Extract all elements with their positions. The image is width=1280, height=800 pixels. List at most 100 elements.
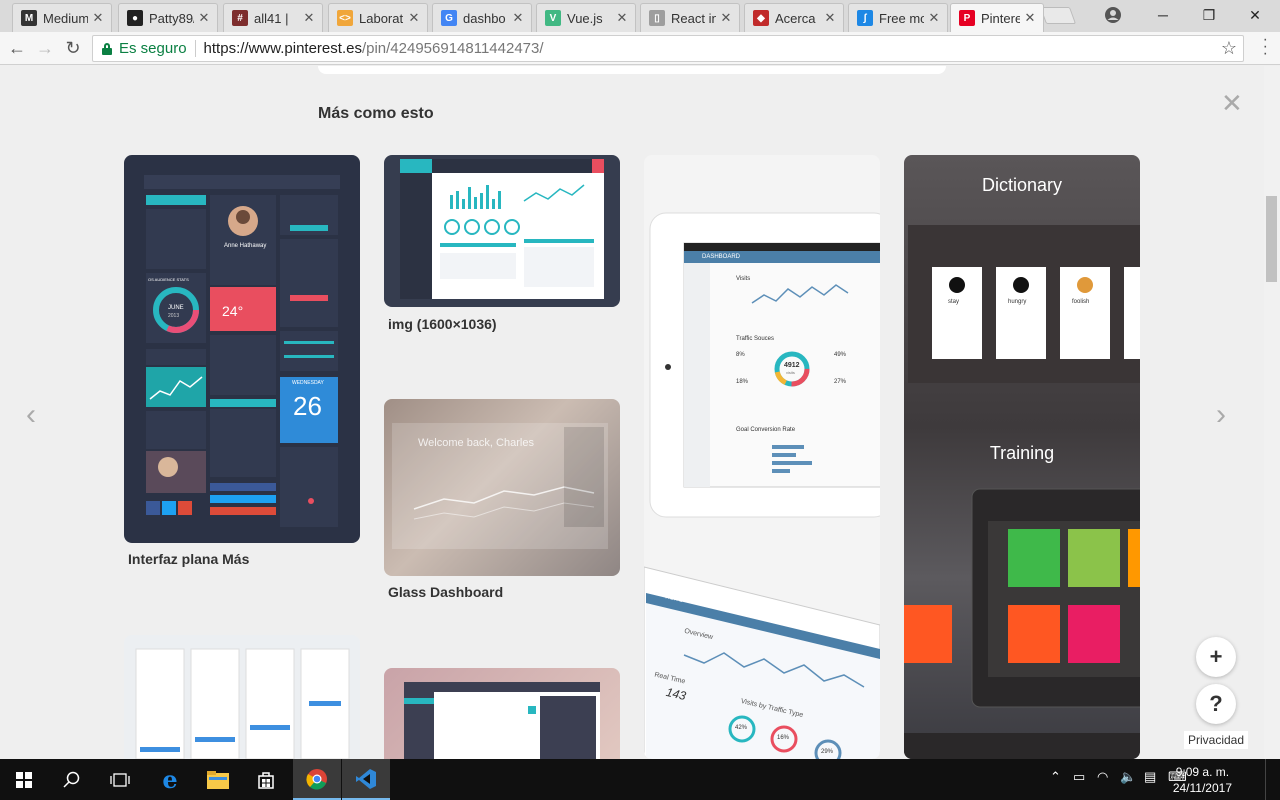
maximize-icon[interactable]: ❐ bbox=[1186, 0, 1232, 30]
calendar-day: 26 bbox=[293, 391, 322, 421]
dictionary-word: hungry bbox=[1008, 299, 1027, 305]
traffic-pct: 27% bbox=[834, 379, 847, 385]
tab-close-icon[interactable]: ✕ bbox=[719, 10, 733, 26]
scrollbar-thumb[interactable] bbox=[1266, 196, 1277, 282]
tab-close-icon[interactable]: ✕ bbox=[927, 10, 941, 26]
close-icon[interactable]: ✕ bbox=[1221, 88, 1243, 119]
browser-tab[interactable]: ◆ Acerca ✕ bbox=[744, 3, 844, 32]
new-tab-button[interactable] bbox=[1039, 7, 1077, 24]
ipad2-pct: 29% bbox=[821, 749, 834, 755]
browser-tab[interactable]: ʃ Free mo ✕ bbox=[848, 3, 948, 32]
windows-start-icon[interactable] bbox=[0, 759, 48, 800]
medium-icon: M bbox=[21, 10, 37, 26]
goal-label: Goal Conversion Rate bbox=[736, 427, 796, 433]
tab-label: Vue.js bbox=[567, 10, 603, 26]
pin-flat-interface[interactable]: Anne Hathaway 24° OS AUDIENCE STATS JUNE… bbox=[124, 155, 360, 543]
task-view-icon[interactable] bbox=[96, 759, 144, 800]
tab-close-icon[interactable]: ✕ bbox=[407, 10, 421, 26]
pin-dictionary-app[interactable]: Dictionary stay hungry foolish Training bbox=[904, 155, 1140, 759]
pin-title[interactable]: img (1600×1036) bbox=[388, 316, 497, 332]
tab-close-icon[interactable]: ✕ bbox=[511, 10, 525, 26]
code-icon: <> bbox=[337, 10, 353, 26]
pin-card-bottom bbox=[318, 66, 946, 74]
browser-tab-strip: M Medium ✕ ● Patty89/✕ # all41 | ✕ <> Laborat ✕ Gda… bbox=[0, 0, 1280, 32]
traffic-center-unit: visits bbox=[786, 370, 795, 375]
tab-close-icon[interactable]: ✕ bbox=[615, 10, 629, 26]
tab-label: all41 | bbox=[254, 10, 289, 26]
forward-icon[interactable]: → bbox=[34, 37, 56, 59]
chrome-icon[interactable] bbox=[293, 759, 341, 800]
browser-tab[interactable]: P Pinteres✕ bbox=[950, 3, 1044, 32]
tab-label: Patty89/ bbox=[149, 10, 194, 26]
ruby-icon: ◆ bbox=[753, 10, 769, 26]
profile-name: Anne Hathaway bbox=[224, 243, 267, 249]
vue-icon: V bbox=[545, 10, 561, 26]
add-button[interactable]: + bbox=[1196, 637, 1236, 677]
pin-light-dashboard[interactable] bbox=[384, 155, 620, 307]
tab-label: Laborat bbox=[359, 10, 404, 26]
help-button[interactable]: ? bbox=[1196, 684, 1236, 724]
dictionary-word: stay bbox=[948, 299, 960, 305]
traffic-pct: 49% bbox=[834, 352, 847, 358]
stat-title: OS AUDIENCE STATS bbox=[148, 277, 189, 282]
traffic-pct: 8% bbox=[736, 352, 745, 358]
browser-tab[interactable]: Gdashbo ✕ bbox=[432, 3, 532, 32]
tab-close-icon[interactable]: ✕ bbox=[823, 10, 837, 26]
url-host: https://www.pinterest.es bbox=[203, 40, 362, 57]
bookmark-star-icon[interactable]: ☆ bbox=[1221, 38, 1237, 59]
address-bar[interactable]: Es seguro https://www.pinterest.es/pin/4… bbox=[92, 35, 1244, 62]
pin-title[interactable]: Interfaz plana Más bbox=[128, 551, 249, 567]
tab-close-icon[interactable]: ✕ bbox=[91, 10, 105, 26]
volume-muted-icon[interactable]: 🔈 bbox=[1120, 769, 1136, 785]
action-center-icon[interactable]: ▤ bbox=[1144, 769, 1156, 785]
store-icon[interactable] bbox=[242, 759, 290, 800]
tab-label: Medium bbox=[43, 10, 88, 26]
document-icon: ▯ bbox=[649, 10, 665, 26]
weather-temp: 24° bbox=[222, 303, 244, 319]
tab-label: dashbo bbox=[463, 10, 506, 26]
browser-tab[interactable]: M Medium ✕ bbox=[12, 3, 112, 32]
browser-menu-icon[interactable]: · · · bbox=[1263, 32, 1268, 62]
back-icon[interactable]: ← bbox=[6, 37, 28, 59]
browser-tab[interactable]: # all41 | ✕ bbox=[223, 3, 323, 32]
pin-ipad-dashboard[interactable]: DASHBOARD Visits Traffic Souces 4912 vis… bbox=[644, 155, 880, 759]
tab-close-icon[interactable]: ✕ bbox=[302, 10, 316, 26]
tab-close-icon[interactable]: ✕ bbox=[1023, 10, 1037, 26]
glass-welcome-text: Welcome back, Charles bbox=[418, 437, 534, 449]
tray-chevron-icon[interactable]: ⌃ bbox=[1050, 769, 1061, 785]
edge-browser-icon[interactable]: e bbox=[146, 759, 194, 800]
browser-tab[interactable]: ● Patty89/✕ bbox=[118, 3, 218, 32]
previous-arrow-icon[interactable]: ‹ bbox=[26, 398, 36, 432]
next-arrow-icon[interactable]: › bbox=[1216, 398, 1226, 432]
browser-toolbar: ← → ↻ Es seguro https://www.pinterest.es… bbox=[0, 32, 1280, 65]
system-clock[interactable]: 9:09 a. m. 24/11/2017 bbox=[1173, 764, 1232, 796]
browser-tab[interactable]: V Vue.js ✕ bbox=[536, 3, 636, 32]
pin-calendar-dashboard[interactable] bbox=[384, 668, 620, 759]
file-explorer-icon[interactable] bbox=[194, 759, 242, 800]
browser-tab[interactable]: ▯ React in ✕ bbox=[640, 3, 740, 32]
search-icon[interactable] bbox=[48, 759, 96, 800]
url-path: /pin/424956914811442473/ bbox=[361, 40, 544, 57]
scrollbar-track[interactable] bbox=[1264, 66, 1280, 759]
pin-title[interactable]: Glass Dashboard bbox=[388, 584, 503, 600]
wifi-icon[interactable]: ◠ bbox=[1097, 769, 1108, 785]
tab-close-icon[interactable]: ✕ bbox=[197, 10, 211, 26]
ipad2-pct: 16% bbox=[777, 735, 790, 741]
pin-glass-dashboard[interactable]: Welcome back, Charles bbox=[384, 399, 620, 576]
battery-icon[interactable]: ▭ bbox=[1073, 769, 1085, 785]
vscode-icon[interactable] bbox=[342, 759, 390, 800]
github-icon: ● bbox=[127, 10, 143, 26]
minimize-icon[interactable]: ─ bbox=[1140, 0, 1186, 30]
profile-icon[interactable] bbox=[1090, 0, 1136, 30]
stat-year: 2013 bbox=[168, 313, 180, 319]
section-title: Más como esto bbox=[318, 105, 434, 122]
browser-tab[interactable]: <> Laborat ✕ bbox=[328, 3, 428, 32]
reload-icon[interactable]: ↻ bbox=[62, 37, 84, 59]
pinterest-icon: P bbox=[959, 10, 975, 26]
pin-mobile-screens[interactable] bbox=[124, 635, 360, 759]
show-desktop-button[interactable] bbox=[1265, 759, 1280, 800]
lock-icon bbox=[102, 42, 112, 55]
privacy-link[interactable]: Privacidad bbox=[1184, 731, 1249, 749]
close-window-icon[interactable]: ✕ bbox=[1232, 0, 1278, 30]
flutter-icon: ʃ bbox=[857, 10, 873, 26]
